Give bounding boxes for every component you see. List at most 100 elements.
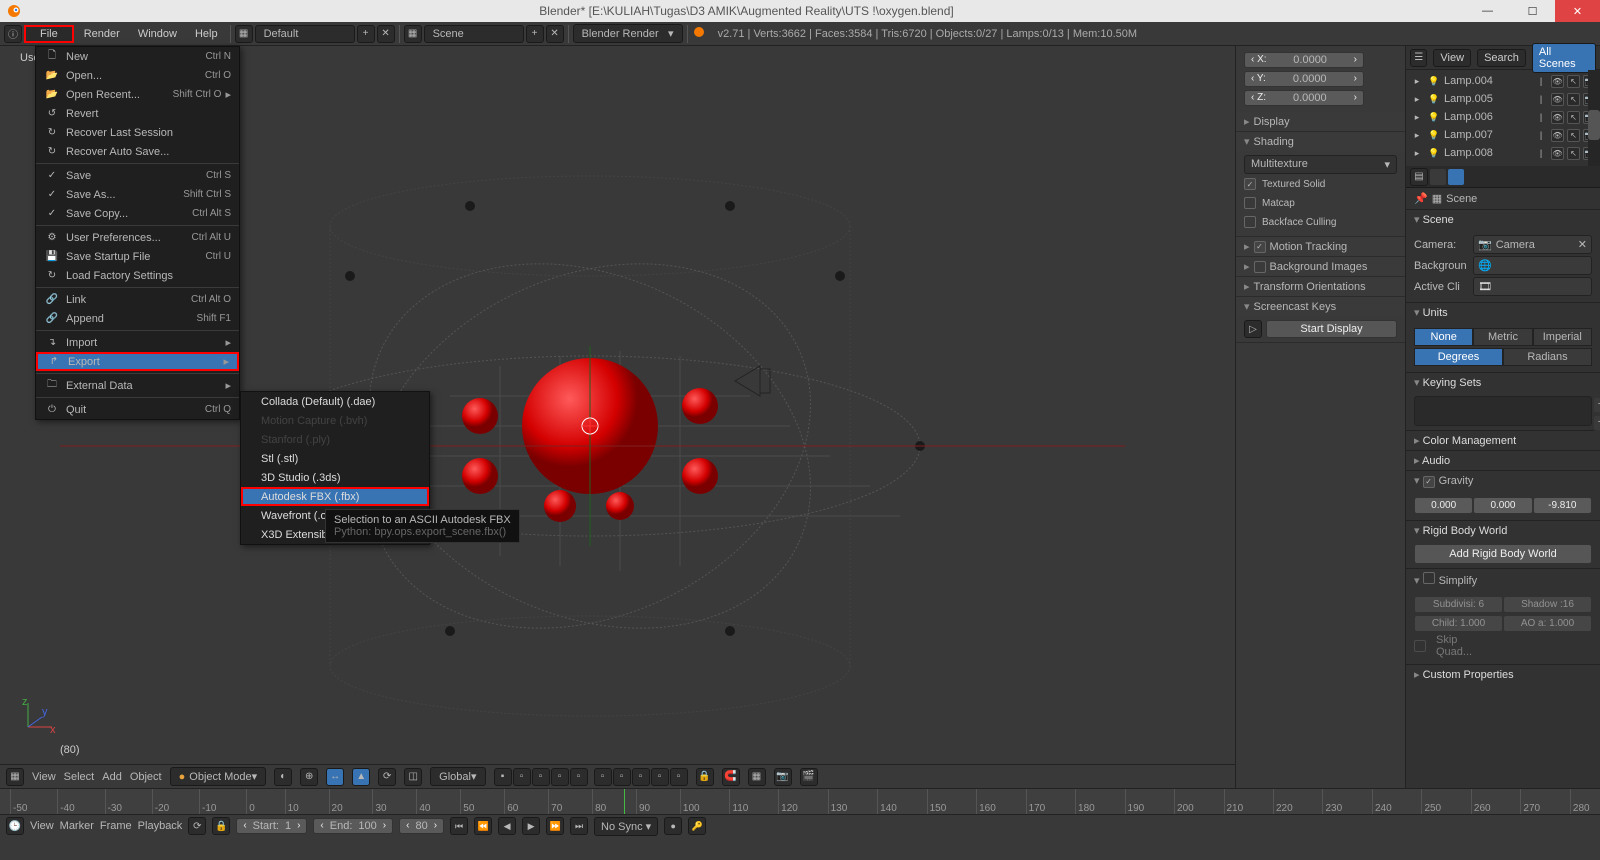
tl-sync-select[interactable]: No Sync ▾: [594, 817, 658, 836]
file-menu-link[interactable]: 🔗LinkCtrl Alt O: [36, 290, 239, 309]
panel-transorient-header[interactable]: Transform Orientations: [1236, 277, 1405, 296]
layer-buttons[interactable]: ▪▫▫▫▫ ▫▫▫▫▫: [494, 768, 688, 786]
tl-next-key-icon[interactable]: ⏩: [546, 817, 564, 835]
disclosure-icon[interactable]: ▸: [1410, 76, 1424, 87]
tl-play-icon[interactable]: ▶: [522, 817, 540, 835]
select-toggle[interactable]: ↖: [1567, 93, 1580, 106]
outliner-search[interactable]: Search: [1477, 49, 1526, 67]
menu-window[interactable]: Window: [130, 25, 185, 43]
unit-system-buttons[interactable]: None Metric Imperial: [1414, 328, 1592, 346]
render-engine-field[interactable]: Blender Render▾: [573, 24, 683, 43]
file-menu-quit[interactable]: ⏻QuitCtrl Q: [36, 400, 239, 419]
manip-translate-icon[interactable]: ▲: [352, 768, 370, 786]
menu-render[interactable]: Render: [76, 25, 128, 43]
snap-icon[interactable]: 🧲: [722, 768, 740, 786]
file-menu-external-data[interactable]: 🗀External Data▸: [36, 376, 239, 395]
vp-menu-add[interactable]: Add: [102, 771, 122, 783]
add-rigidbody-button[interactable]: Add Rigid Body World: [1414, 544, 1592, 564]
camera-field[interactable]: 📷 Camera✕: [1473, 235, 1592, 254]
outliner-row[interactable]: ▸💡Lamp.006|👁↖📷: [1406, 108, 1600, 126]
tl-prev-key-icon[interactable]: ⏪: [474, 817, 492, 835]
layout-del-icon[interactable]: ✕: [377, 25, 395, 43]
file-menu-recover-last-session[interactable]: ↻Recover Last Session: [36, 123, 239, 142]
manipulator-icon[interactable]: ↔: [326, 768, 344, 786]
timeline-cursor[interactable]: [624, 789, 625, 814]
outliner-row[interactable]: ▸💡Lamp.008|👁↖📷: [1406, 144, 1600, 162]
export-collada-default-dae-[interactable]: Collada (Default) (.dae): [241, 392, 429, 411]
lock-camera-icon[interactable]: 🔒: [696, 768, 714, 786]
file-menu-append[interactable]: 🔗AppendShift F1: [36, 309, 239, 328]
outliner-view[interactable]: View: [1433, 49, 1471, 67]
screencast-play-icon[interactable]: ▷: [1244, 320, 1262, 338]
export-stl-stl-[interactable]: Stl (.stl): [241, 449, 429, 468]
keying-add-icon[interactable]: +: [1593, 397, 1600, 413]
panel-motion-header[interactable]: ✓Motion Tracking: [1236, 237, 1405, 256]
tl-play-rev-icon[interactable]: ◀: [498, 817, 516, 835]
file-menu-export[interactable]: ↱Export▸: [36, 352, 239, 371]
orientation-selector[interactable]: Global ▾: [430, 767, 485, 786]
file-menu-user-preferences-[interactable]: ⚙User Preferences...Ctrl Alt U: [36, 228, 239, 247]
screen-layout-field[interactable]: Default: [255, 25, 355, 43]
3d-viewport[interactable]: User: [0, 46, 1235, 788]
select-toggle[interactable]: ↖: [1567, 75, 1580, 88]
gravity-y[interactable]: 0.000: [1473, 497, 1532, 514]
select-toggle[interactable]: ↖: [1567, 111, 1580, 124]
props-editor-icon[interactable]: ▤: [1410, 168, 1428, 186]
select-toggle[interactable]: ↖: [1567, 147, 1580, 160]
activeclip-field[interactable]: 🎞: [1473, 277, 1592, 296]
scene-add-icon[interactable]: +: [526, 25, 544, 43]
tl-start[interactable]: ‹ Start: 1 ›: [236, 818, 307, 834]
keying-remove-icon[interactable]: −: [1593, 415, 1600, 431]
tab-render[interactable]: [1430, 169, 1446, 185]
tl-jump-start-icon[interactable]: ⏮: [450, 817, 468, 835]
layout-add-icon[interactable]: +: [357, 25, 375, 43]
disclosure-icon[interactable]: ▸: [1410, 94, 1424, 105]
chk-backface[interactable]: [1244, 216, 1256, 228]
menu-file[interactable]: File: [24, 25, 74, 43]
tab-scene[interactable]: [1448, 169, 1464, 185]
render-anim-icon[interactable]: 🎬: [800, 768, 818, 786]
mode-selector[interactable]: ●Object Mode ▾: [170, 767, 267, 786]
file-menu-save-as-[interactable]: ✓Save As...Shift Ctrl S: [36, 185, 239, 204]
visibility-toggle[interactable]: 👁: [1551, 93, 1564, 106]
scene-del-icon[interactable]: ✕: [546, 25, 564, 43]
loc-y[interactable]: ‹ Y: 0.0000 ›: [1244, 71, 1364, 87]
units-panel-header[interactable]: Units: [1406, 303, 1600, 322]
export-autodesk-fbx-fbx-[interactable]: Autodesk FBX (.fbx): [241, 487, 429, 506]
timeline-editor-icon[interactable]: 🕒: [6, 817, 24, 835]
start-display-button[interactable]: Start Display: [1266, 320, 1397, 338]
file-menu-open-[interactable]: 📂Open...Ctrl O: [36, 66, 239, 85]
gravity-z[interactable]: -9.810: [1533, 497, 1592, 514]
file-menu-load-factory-settings[interactable]: ↻Load Factory Settings: [36, 266, 239, 285]
tl-current[interactable]: ‹ 80 ›: [399, 818, 444, 834]
loc-x[interactable]: ‹ X: 0.0000 ›: [1244, 52, 1364, 68]
tl-jump-end-icon[interactable]: ⏭: [570, 817, 588, 835]
panel-screencast-header[interactable]: Screencast Keys: [1236, 297, 1405, 316]
gravity-x[interactable]: 0.000: [1414, 497, 1473, 514]
keying-panel-header[interactable]: Keying Sets: [1406, 373, 1600, 392]
panel-shading-header[interactable]: Shading: [1236, 132, 1405, 151]
vp-menu-view[interactable]: View: [32, 771, 56, 783]
tl-menu-playback[interactable]: Playback: [138, 820, 183, 832]
file-menu-new[interactable]: 🗋NewCtrl N: [36, 47, 239, 66]
tl-range-icon[interactable]: ⟳: [188, 817, 206, 835]
visibility-toggle[interactable]: 👁: [1551, 75, 1564, 88]
unit-angle-buttons[interactable]: Degrees Radians: [1414, 348, 1592, 366]
rigidbody-panel-header[interactable]: Rigid Body World: [1406, 521, 1600, 540]
outliner-row[interactable]: ▸💡Lamp.004|👁↖📷: [1406, 72, 1600, 90]
shading-mode-select[interactable]: Multitexture▾: [1244, 155, 1397, 174]
manip-rotate-icon[interactable]: ⟳: [378, 768, 396, 786]
file-menu-save-copy-[interactable]: ✓Save Copy...Ctrl Alt S: [36, 204, 239, 223]
vp-menu-object[interactable]: Object: [130, 771, 162, 783]
chk-matcap[interactable]: [1244, 197, 1256, 209]
file-menu-revert[interactable]: ↺Revert: [36, 104, 239, 123]
file-menu-save-startup-file[interactable]: 💾Save Startup FileCtrl U: [36, 247, 239, 266]
render-preview-icon[interactable]: 📷: [774, 768, 792, 786]
outliner-scrollbar[interactable]: [1588, 70, 1600, 166]
simplify-panel-header[interactable]: Simplify: [1406, 569, 1600, 590]
pivot-icon[interactable]: ⊕: [300, 768, 318, 786]
snap-type-icon[interactable]: ▦: [748, 768, 766, 786]
manip-scale-icon[interactable]: ◫: [404, 768, 422, 786]
outliner-row[interactable]: ▸💡Lamp.007|👁↖📷: [1406, 126, 1600, 144]
file-menu-import[interactable]: ↴Import▸: [36, 333, 239, 352]
